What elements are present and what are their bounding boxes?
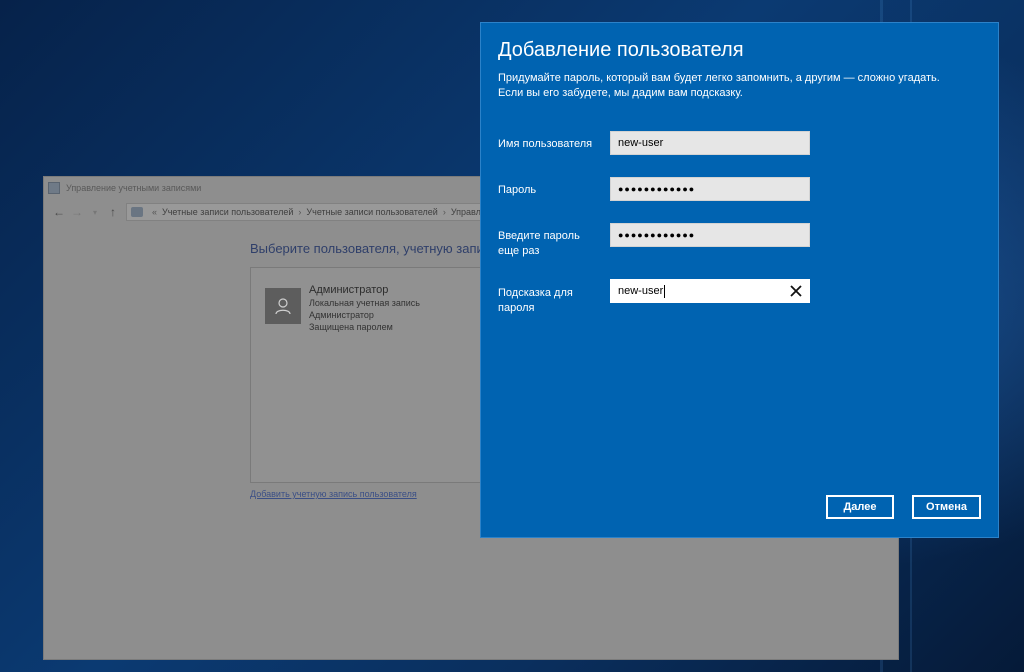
- breadcrumb-item[interactable]: Управл: [451, 207, 481, 217]
- hint-label-line: Подсказка для: [498, 287, 573, 299]
- clear-icon[interactable]: [788, 283, 804, 299]
- up-arrow-icon[interactable]: ↑: [104, 205, 122, 219]
- dialog-title: Добавление пользователя: [498, 39, 744, 61]
- breadcrumb-item[interactable]: Учетные записи пользователей: [306, 207, 437, 217]
- hint-field[interactable]: new-user: [610, 279, 810, 303]
- window-title: Управление учетными записями: [66, 183, 202, 193]
- dialog-description-line: Придумайте пароль, который вам будет лег…: [498, 72, 940, 84]
- user-account-type: Локальная учетная запись: [309, 298, 420, 308]
- user-silhouette-icon: [275, 298, 291, 315]
- hint-label: Подсказка для пароля: [498, 286, 608, 316]
- user-avatar-icon[interactable]: [265, 288, 301, 324]
- cancel-button[interactable]: Отмена: [912, 495, 981, 519]
- password-value: ●●●●●●●●●●●●: [618, 184, 696, 194]
- breadcrumb-separator-icon: ›: [298, 207, 302, 217]
- user-password-status: Защищена паролем: [309, 322, 393, 332]
- text-caret: [664, 284, 666, 298]
- password-confirm-value: ●●●●●●●●●●●●: [618, 230, 696, 240]
- user-name[interactable]: Администратор: [309, 284, 388, 296]
- breadcrumb-item[interactable]: Учетные записи пользователей: [162, 207, 293, 217]
- password-confirm-label: Введите пароль еще раз: [498, 229, 608, 259]
- password-label: Пароль: [498, 184, 537, 196]
- user-role: Администратор: [309, 310, 374, 320]
- password-confirm-label-line: Введите пароль: [498, 230, 580, 242]
- password-confirm-label-line: еще раз: [498, 245, 540, 257]
- username-label: Имя пользователя: [498, 138, 593, 150]
- password-confirm-field[interactable]: ●●●●●●●●●●●●: [610, 223, 810, 247]
- hint-label-line: пароля: [498, 302, 535, 314]
- breadcrumb-separator-icon: «: [152, 207, 158, 217]
- add-user-dialog: Добавление пользователя Придумайте парол…: [480, 22, 999, 538]
- dialog-description-line: Если вы его забудете, мы дадим вам подск…: [498, 87, 743, 99]
- back-arrow-icon[interactable]: ←: [50, 205, 68, 219]
- user-accounts-icon: [48, 182, 60, 194]
- forward-arrow-icon[interactable]: →: [68, 205, 86, 219]
- breadcrumb-separator-icon: ›: [442, 207, 446, 217]
- username-field[interactable]: new-user: [610, 131, 810, 155]
- hint-value: new-user: [618, 285, 664, 297]
- recent-locations-chevron-icon[interactable]: ▾: [86, 208, 104, 217]
- password-field[interactable]: ●●●●●●●●●●●●: [610, 177, 810, 201]
- page-heading: Выберите пользователя, учетную запись к: [250, 241, 507, 256]
- dialog-description: Придумайте пароль, который вам будет лег…: [498, 71, 978, 101]
- user-accounts-icon: [131, 207, 143, 217]
- next-button[interactable]: Далее: [826, 495, 894, 519]
- add-user-link[interactable]: Добавить учетную запись пользователя: [250, 489, 417, 499]
- username-value: new-user: [618, 137, 664, 149]
